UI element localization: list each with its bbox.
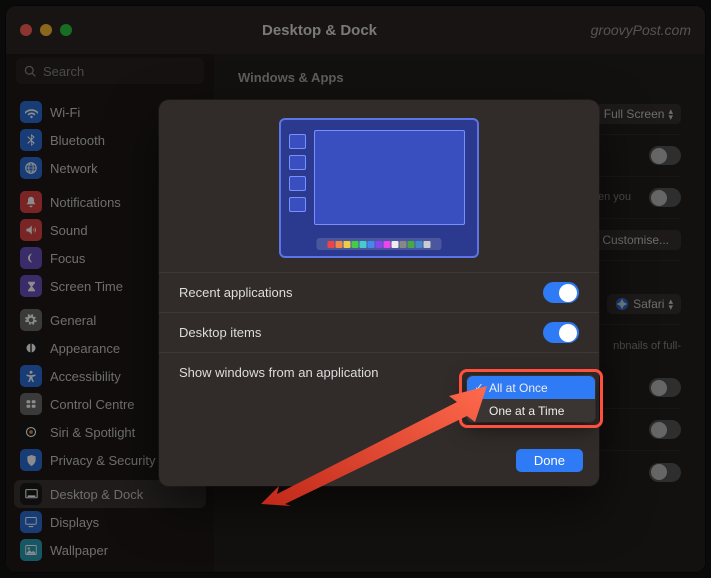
dropdown-option-all-at-once[interactable]: ✓ All at Once [467, 376, 595, 399]
dropdown-option-one-at-a-time[interactable]: One at a Time [467, 399, 595, 422]
desktop-preview [279, 118, 479, 258]
row-label: Recent applications [179, 285, 292, 300]
preview-container [159, 118, 599, 258]
done-button[interactable]: Done [516, 449, 583, 472]
recent-apps-toggle[interactable] [543, 282, 579, 303]
desktop-items-toggle[interactable] [543, 322, 579, 343]
show-windows-dropdown: ✓ All at Once One at a Time [467, 376, 595, 422]
check-icon: ✓ [473, 381, 485, 394]
preview-dock [317, 238, 442, 250]
settings-window: Desktop & Dock groovyPost.com Search Wi-… [6, 6, 705, 572]
desktop-items-row: Desktop items [159, 312, 599, 352]
preview-sidebar [289, 134, 307, 212]
recent-apps-row: Recent applications [159, 272, 599, 312]
preview-window [314, 130, 465, 225]
row-label: Show windows from an application [179, 365, 378, 380]
modal-footer: Done [159, 439, 599, 472]
row-label: Desktop items [179, 325, 261, 340]
mission-control-modal: Recent applications Desktop items Show w… [159, 100, 599, 486]
